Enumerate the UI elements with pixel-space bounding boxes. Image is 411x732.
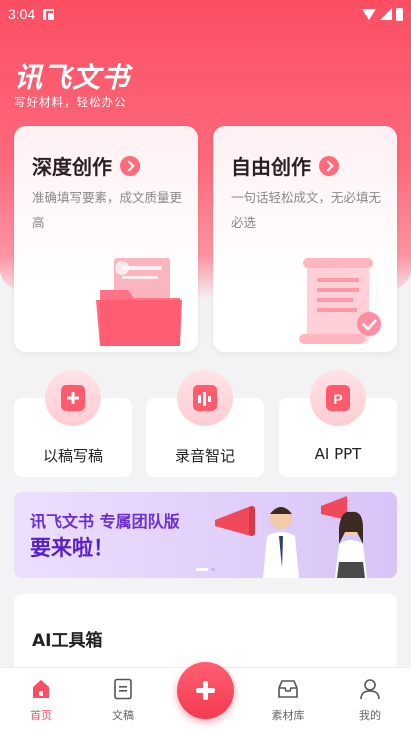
notification-app-icon	[43, 8, 55, 20]
free-creation-title: 自由创作	[231, 151, 339, 180]
free-creation-title-text: 自由创作	[231, 155, 311, 179]
banner-line2: 要来啦！	[30, 536, 114, 560]
doc-plus-icon	[45, 370, 101, 426]
chevron-right-icon	[120, 155, 140, 176]
status-bar: 3:04	[0, 0, 411, 28]
banner-people-illustration	[215, 496, 367, 578]
nav-home[interactable]: 首页	[11, 678, 71, 723]
pagination-dot	[211, 568, 215, 571]
nav-label: 素材库	[271, 709, 305, 722]
nav-label: 首页	[30, 709, 52, 722]
status-time: 3:04	[8, 6, 36, 22]
nav-label: 我的	[359, 709, 381, 722]
ppt-icon: P	[310, 370, 366, 426]
nav-me[interactable]: 我的	[340, 678, 400, 723]
signal-icon	[380, 8, 392, 20]
battery-icon	[396, 7, 403, 21]
tool-label: 以稿写稿	[42, 447, 103, 465]
deep-creation-card[interactable]: 深度创作 准确填写要素，成文质量更高	[14, 126, 198, 352]
app-tagline: 写好材料，轻松办公	[14, 95, 127, 109]
app-title: 讯飞文书	[14, 61, 131, 94]
audio-wave-icon	[177, 370, 233, 426]
svg-text:P: P	[333, 391, 342, 407]
wifi-icon	[362, 8, 376, 20]
deep-creation-title: 深度创作	[32, 151, 140, 180]
user-icon	[360, 679, 380, 700]
tool-label: AI PPT	[314, 445, 362, 463]
nav-docs[interactable]: 文稿	[93, 678, 153, 723]
deep-creation-title-text: 深度创作	[32, 155, 112, 179]
ai-toolbox-title: AI工具箱	[32, 631, 103, 651]
free-creation-desc: 一句话轻松成文，无必填无必选	[231, 190, 382, 230]
status-indicators	[362, 7, 403, 21]
pagination-dot-active	[196, 568, 208, 571]
banner-pagination	[196, 568, 215, 571]
nav-library[interactable]: 素材库	[258, 678, 318, 723]
banner-line1: 讯飞文书 专属团队版	[30, 512, 180, 531]
chevron-right-icon	[319, 155, 339, 176]
free-creation-card[interactable]: 自由创作 一句话轻松成文，无必填无必选	[213, 126, 397, 352]
promo-banner[interactable]: 讯飞文书 专属团队版 要来啦！	[14, 492, 397, 578]
deep-creation-desc: 准确填写要素，成文质量更高	[32, 190, 183, 230]
create-new-button[interactable]	[177, 662, 234, 719]
inbox-icon	[278, 680, 298, 698]
home-icon	[33, 680, 49, 698]
nav-label: 文稿	[112, 709, 134, 722]
tool-label: 录音智记	[174, 447, 235, 465]
document-icon	[114, 678, 132, 700]
scroll-illustration	[299, 258, 381, 344]
folder-illustration	[96, 258, 182, 346]
